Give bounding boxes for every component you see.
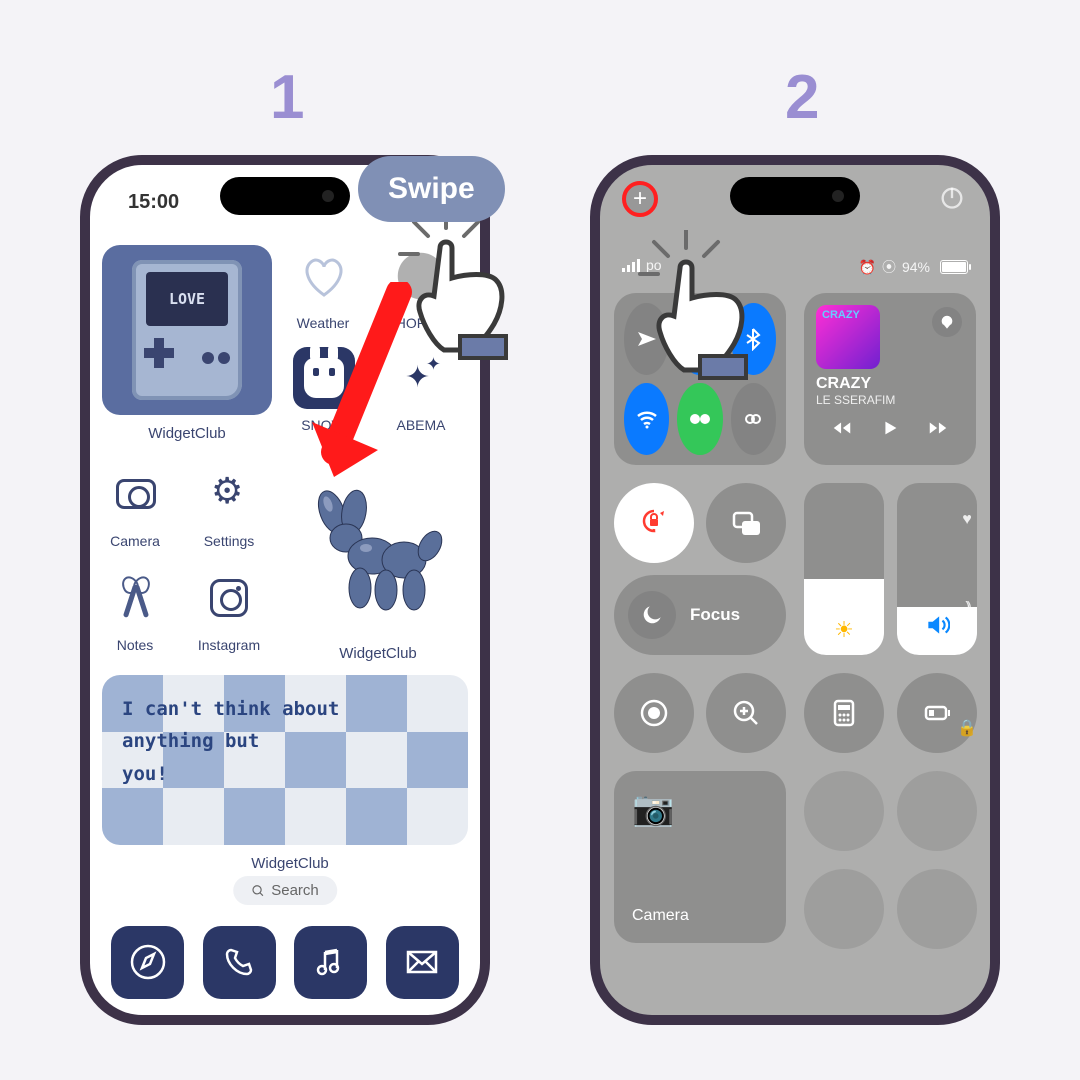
camera-label: Camera xyxy=(632,907,768,925)
location-icon: ⦿ xyxy=(882,257,896,277)
album-art xyxy=(816,305,880,369)
screen-mirror-toggle[interactable] xyxy=(706,483,786,563)
widget-large-gameboy[interactable]: LOVE xyxy=(102,245,272,415)
alarm-icon: ⏰ xyxy=(859,259,876,276)
magnifier-toggle[interactable] xyxy=(706,673,786,753)
app-camera[interactable] xyxy=(105,463,167,525)
power-icon[interactable] xyxy=(938,183,966,211)
ribbon-icon xyxy=(116,578,156,618)
phone-icon xyxy=(219,942,259,982)
music-title: CRAZY xyxy=(816,375,964,393)
tap-hand-2 xyxy=(630,230,780,395)
orientation-lock-toggle[interactable] xyxy=(614,483,694,563)
mail-icon xyxy=(402,942,442,982)
app-label-camera: Camera xyxy=(90,533,180,549)
side-wave-icon: )) xyxy=(956,595,978,617)
focus-toggle[interactable]: Focus xyxy=(614,575,786,655)
gear-icon xyxy=(211,476,247,512)
dock-music[interactable] xyxy=(294,926,367,999)
search-icon xyxy=(251,884,265,898)
cc-extra-1[interactable] xyxy=(804,771,884,851)
step-number-1: 1 xyxy=(270,62,304,133)
low-power-toggle[interactable] xyxy=(897,673,977,753)
step-number-2: 2 xyxy=(785,62,819,133)
search-button[interactable]: Search xyxy=(233,876,337,905)
battery-percent: 94% xyxy=(902,259,930,275)
battery-icon xyxy=(940,260,968,274)
sun-icon: ☀ xyxy=(834,617,854,643)
music-icon xyxy=(311,942,351,982)
dynamic-island xyxy=(220,177,350,215)
status-right: ⏰ ⦿ 94% xyxy=(859,257,968,277)
cc-extra-4[interactable] xyxy=(897,869,977,949)
app-notes[interactable] xyxy=(105,567,167,629)
compass-icon xyxy=(128,942,168,982)
prev-icon[interactable] xyxy=(831,417,853,439)
moon-icon xyxy=(628,591,676,639)
focus-label: Focus xyxy=(690,605,740,625)
music-tile[interactable]: CRAZY LE SSERAFIM xyxy=(804,293,976,465)
music-artist: LE SSERAFIM xyxy=(816,393,964,407)
side-lock-icon: 🔒 xyxy=(956,717,978,739)
app-settings[interactable] xyxy=(198,463,260,525)
play-icon[interactable] xyxy=(879,417,901,439)
cc-add-button[interactable]: + xyxy=(622,181,658,217)
side-heart-icon: ♥ xyxy=(956,509,978,531)
calculator-toggle[interactable] xyxy=(804,673,884,753)
dock-safari[interactable] xyxy=(111,926,184,999)
banner-text: I can't think about anything but you! xyxy=(122,693,339,790)
search-label: Search xyxy=(271,882,319,899)
app-label-instagram: Instagram xyxy=(184,637,274,653)
camera-icon xyxy=(116,479,156,509)
swipe-badge: Swipe xyxy=(358,156,505,222)
tap-hand-1 xyxy=(390,210,540,375)
status-time: 15:00 xyxy=(128,191,179,214)
widget-label: WidgetClub xyxy=(102,425,272,442)
widget-banner-label: WidgetClub xyxy=(190,855,390,872)
cc-extra-3[interactable] xyxy=(804,869,884,949)
gameboy-screen-text: LOVE xyxy=(146,272,228,326)
app-label-notes: Notes xyxy=(90,637,180,653)
camera-icon: 📷 xyxy=(632,789,768,829)
cc-extra-2[interactable] xyxy=(897,771,977,851)
brightness-slider[interactable]: ☀ xyxy=(804,483,884,655)
camera-tile[interactable]: 📷 Camera xyxy=(614,771,786,943)
dock xyxy=(102,921,468,1003)
dynamic-island xyxy=(730,177,860,215)
widget-label-mid: WidgetClub xyxy=(293,645,463,662)
speaker-icon xyxy=(924,612,950,643)
dock-mail[interactable] xyxy=(386,926,459,999)
instagram-icon xyxy=(210,579,248,617)
airplay-button[interactable] xyxy=(932,307,962,337)
app-label-settings: Settings xyxy=(184,533,274,549)
widget-banner[interactable]: I can't think about anything but you! xyxy=(102,675,468,845)
dock-phone[interactable] xyxy=(203,926,276,999)
app-instagram[interactable] xyxy=(198,567,260,629)
screen-record-toggle[interactable] xyxy=(614,673,694,753)
next-icon[interactable] xyxy=(927,417,949,439)
gameboy-graphic: LOVE xyxy=(132,260,242,400)
